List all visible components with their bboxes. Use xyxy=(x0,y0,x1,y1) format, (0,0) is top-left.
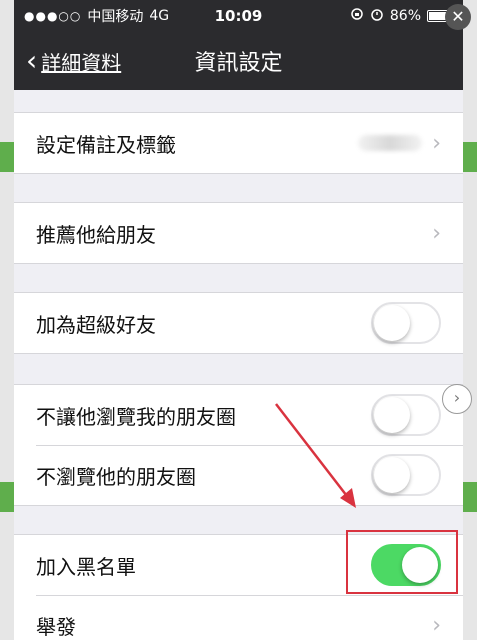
close-icon[interactable]: ✕ xyxy=(445,4,471,30)
next-arrow-icon[interactable]: › xyxy=(442,384,472,414)
annotation-arrow xyxy=(275,403,356,508)
